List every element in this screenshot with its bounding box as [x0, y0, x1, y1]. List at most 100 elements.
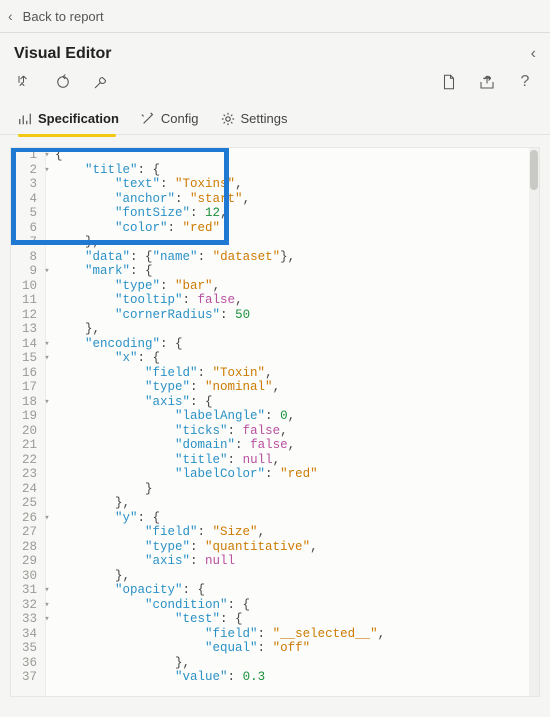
code-token-run: "cornerRadius": 50	[51, 308, 250, 323]
code-line[interactable]: 14▾ "encoding": {	[11, 337, 529, 352]
code-line[interactable]: 1▾{	[11, 148, 529, 163]
page-title: Visual Editor	[14, 45, 112, 63]
code-line[interactable]: 6 "color": "red"	[11, 221, 529, 236]
code-line[interactable]: 4 "anchor": "start",	[11, 192, 529, 207]
scrollbar-thumb[interactable]	[530, 150, 538, 190]
code-token-run: "tooltip": false,	[51, 293, 243, 308]
code-line[interactable]: 27 "field": "Size",	[11, 525, 529, 540]
code-line[interactable]: 11 "tooltip": false,	[11, 293, 529, 308]
code-token-run: "text": "Toxins",	[51, 177, 243, 192]
code-line[interactable]: 36 },	[11, 656, 529, 671]
code-token-run: },	[51, 322, 100, 337]
code-line[interactable]: 32▾ "condition": {	[11, 598, 529, 613]
code-line[interactable]: 7 },	[11, 235, 529, 250]
breadcrumb-bar: ‹ Back to report	[0, 0, 550, 33]
line-number: 29	[11, 554, 43, 569]
code-token-run: "axis": null	[51, 554, 235, 569]
code-line[interactable]: 34 "field": "__selected__",	[11, 627, 529, 642]
code-line[interactable]: 12 "cornerRadius": 50	[11, 308, 529, 323]
tab-specification[interactable]: Specification	[18, 103, 119, 134]
code-area[interactable]: 1▾{2▾ "title": {3 "text": "Toxins",4 "an…	[11, 148, 529, 696]
fold-toggle-icon[interactable]: ▾	[43, 163, 51, 178]
fold-toggle-icon[interactable]: ▾	[43, 351, 51, 366]
code-line[interactable]: 21 "domain": false,	[11, 438, 529, 453]
tab-config[interactable]: Config	[141, 103, 199, 134]
code-token-run: },	[51, 569, 130, 584]
line-number: 26	[11, 511, 43, 526]
active-tab-underline	[18, 134, 116, 137]
code-line[interactable]: 13 },	[11, 322, 529, 337]
code-line[interactable]: 22 "title": null,	[11, 453, 529, 468]
code-line[interactable]: 30 },	[11, 569, 529, 584]
code-token-run: "title": {	[51, 163, 160, 178]
code-line[interactable]: 9▾ "mark": {	[11, 264, 529, 279]
collapse-chevron-icon[interactable]: ‹	[531, 45, 536, 63]
code-editor[interactable]: 1▾{2▾ "title": {3 "text": "Toxins",4 "an…	[10, 147, 540, 697]
code-token-run: "title": null,	[51, 453, 280, 468]
code-line[interactable]: 18▾ "axis": {	[11, 395, 529, 410]
code-token-run: "field": "Toxin",	[51, 366, 273, 381]
tab-settings[interactable]: Settings	[221, 103, 288, 134]
code-token-run: "equal": "off"	[51, 641, 310, 656]
code-line[interactable]: 15▾ "x": {	[11, 351, 529, 366]
code-token-run: "ticks": false,	[51, 424, 288, 439]
code-line[interactable]: 25 },	[11, 496, 529, 511]
line-number: 6	[11, 221, 43, 236]
back-chevron-icon[interactable]: ‹	[8, 8, 13, 24]
code-line[interactable]: 29 "axis": null	[11, 554, 529, 569]
code-line[interactable]: 20 "ticks": false,	[11, 424, 529, 439]
help-button[interactable]: ?	[514, 71, 536, 93]
code-line[interactable]: 35 "equal": "off"	[11, 641, 529, 656]
code-line[interactable]: 2▾ "title": {	[11, 163, 529, 178]
fold-toggle-icon[interactable]: ▾	[43, 583, 51, 598]
export-button[interactable]	[476, 71, 498, 93]
reset-button[interactable]	[52, 71, 74, 93]
line-number: 18	[11, 395, 43, 410]
code-line[interactable]: 31▾ "opacity": {	[11, 583, 529, 598]
line-number: 4	[11, 192, 43, 207]
code-token-run: "y": {	[51, 511, 160, 526]
code-token-run: "axis": {	[51, 395, 213, 410]
code-line[interactable]: 17 "type": "nominal",	[11, 380, 529, 395]
code-token-run: "condition": {	[51, 598, 250, 613]
code-line[interactable]: 26▾ "y": {	[11, 511, 529, 526]
fold-toggle-icon[interactable]: ▾	[43, 264, 51, 279]
code-line[interactable]: 24 }	[11, 482, 529, 497]
code-line[interactable]: 33▾ "test": {	[11, 612, 529, 627]
fold-toggle-icon[interactable]: ▾	[43, 598, 51, 613]
code-line[interactable]: 8 "data": {"name": "dataset"},	[11, 250, 529, 265]
panel-header: Visual Editor ‹	[0, 33, 550, 67]
fold-toggle-icon[interactable]: ▾	[43, 337, 51, 352]
code-line[interactable]: 19 "labelAngle": 0,	[11, 409, 529, 424]
apply-button[interactable]	[14, 71, 36, 93]
back-link[interactable]: Back to report	[23, 9, 104, 24]
line-number: 36	[11, 656, 43, 671]
code-line[interactable]: 28 "type": "quantitative",	[11, 540, 529, 555]
fold-toggle-icon[interactable]: ▾	[43, 612, 51, 627]
line-number: 33	[11, 612, 43, 627]
code-line[interactable]: 23 "labelColor": "red"	[11, 467, 529, 482]
fix-button[interactable]	[90, 71, 112, 93]
wand-icon	[141, 112, 155, 126]
tab-label: Specification	[38, 111, 119, 126]
code-line[interactable]: 3 "text": "Toxins",	[11, 177, 529, 192]
code-token-run: "mark": {	[51, 264, 153, 279]
line-number: 35	[11, 641, 43, 656]
line-number: 10	[11, 279, 43, 294]
code-token-run: "type": "bar",	[51, 279, 220, 294]
fold-toggle-icon[interactable]: ▾	[43, 395, 51, 410]
line-number: 13	[11, 322, 43, 337]
code-line[interactable]: 37 "value": 0.3	[11, 670, 529, 685]
tab-label: Config	[161, 111, 199, 126]
code-line[interactable]: 16 "field": "Toxin",	[11, 366, 529, 381]
bar-chart-icon	[18, 112, 32, 126]
vertical-scrollbar[interactable]	[529, 148, 539, 696]
code-token-run: "type": "quantitative",	[51, 540, 318, 555]
fold-toggle-icon[interactable]: ▾	[43, 148, 51, 163]
code-line[interactable]: 10 "type": "bar",	[11, 279, 529, 294]
fold-toggle-icon[interactable]: ▾	[43, 511, 51, 526]
new-spec-button[interactable]	[438, 71, 460, 93]
code-line[interactable]: 5 "fontSize": 12,	[11, 206, 529, 221]
code-token-run: },	[51, 235, 100, 250]
code-token-run: "encoding": {	[51, 337, 183, 352]
